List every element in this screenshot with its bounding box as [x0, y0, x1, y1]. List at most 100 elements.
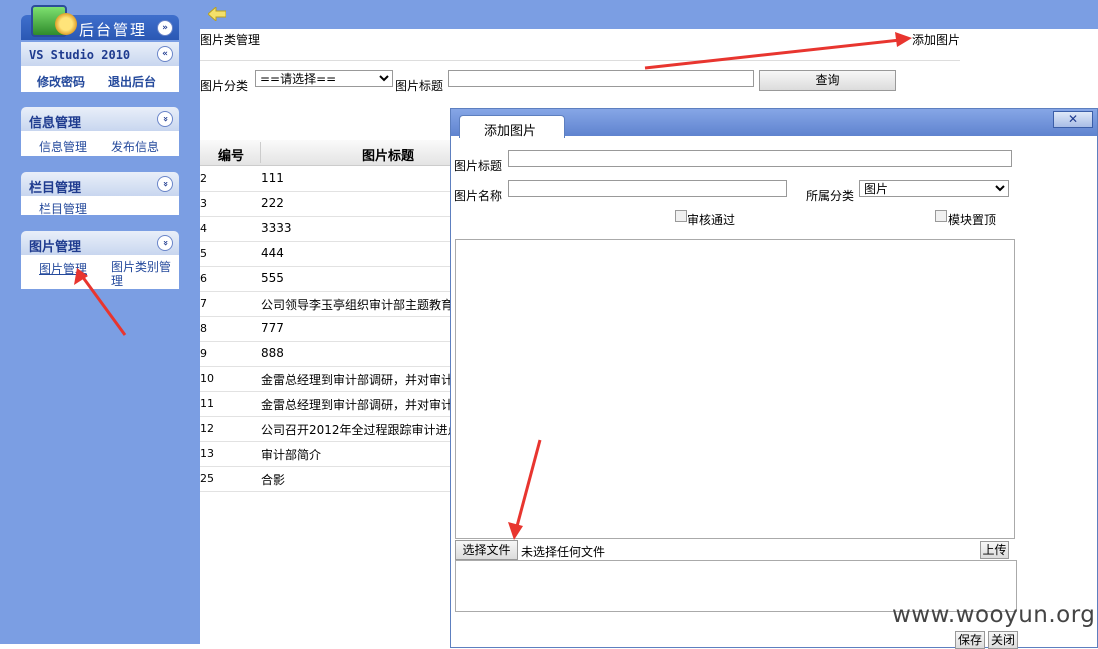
add-image-dialog: 添加图片 ✕ 图片标题 图片名称 所属分类 图片 审核通过 模块置顶 选择文件 … [450, 108, 1098, 649]
admin-title: 后台管理 [79, 21, 148, 39]
column-panel-body: 栏目管理 [21, 196, 179, 217]
choose-file-button[interactable]: 选择文件 [455, 540, 518, 560]
image-name-input[interactable] [508, 180, 787, 197]
belong-category-select[interactable]: 图片 [859, 180, 1009, 197]
row-title[interactable]: 金雷总经理到审计部调研，并对审计 [261, 396, 451, 413]
sidebar-item-info-manage[interactable]: 信息管理 [39, 138, 87, 155]
row-title[interactable]: 555 [261, 271, 451, 285]
row-id: 12 [200, 422, 214, 435]
dialog-tab[interactable]: 添加图片 [459, 115, 565, 139]
account-panel-header: VS Studio 2010 « [21, 42, 179, 66]
row-title[interactable]: 合影 [261, 471, 451, 488]
row-title[interactable]: 111 [261, 171, 451, 185]
image-title-label: 图片标题 [454, 159, 503, 173]
column-header-title[interactable]: 图片标题 [362, 145, 414, 164]
image-name-label: 图片名称 [454, 189, 503, 203]
sidebar-item-image-category-manage[interactable]: 图片类别管理 [111, 260, 179, 288]
belong-category-label: 所属分类 [806, 189, 855, 203]
gear-icon [55, 13, 77, 35]
row-title[interactable]: 公司领导李玉亭组织审计部主题教育 [261, 296, 451, 313]
change-password-link[interactable]: 修改密码 [37, 73, 85, 90]
row-title[interactable]: 222 [261, 196, 451, 210]
collapse-left-icon[interactable]: « [157, 46, 173, 62]
row-title[interactable]: 审计部简介 [261, 446, 451, 463]
save-button[interactable]: 保存 [955, 631, 985, 649]
divider [200, 60, 960, 61]
table-row[interactable]: 3 222 [200, 191, 460, 217]
row-title[interactable]: 公司召开2012年全过程跟踪审计进点 [261, 421, 451, 438]
row-id: 3 [200, 197, 207, 210]
table-row[interactable]: 25 合影 [200, 466, 460, 492]
top-label: 模块置顶 [948, 213, 997, 227]
sidebar: 后台管理 » VS Studio 2010 « 修改密码 退出后台 信息管理 »… [0, 0, 200, 644]
sidebar-item-publish-info[interactable]: 发布信息 [111, 138, 159, 155]
column-panel-header[interactable]: 栏目管理 » [21, 172, 179, 196]
sidebar-item-column-manage[interactable]: 栏目管理 [39, 200, 87, 217]
row-id: 25 [200, 472, 214, 485]
row-id: 8 [200, 322, 207, 335]
info-panel-title: 信息管理 [29, 116, 82, 131]
title-filter-label: 图片标题 [395, 79, 444, 93]
row-id: 4 [200, 222, 207, 235]
chevron-down-icon[interactable]: » [157, 176, 173, 192]
table-row[interactable]: 12 公司召开2012年全过程跟踪审计进点 [200, 416, 460, 442]
account-panel-body: 修改密码 退出后台 [21, 66, 179, 92]
column-divider [260, 142, 261, 163]
row-title[interactable]: 777 [261, 321, 451, 335]
table-row[interactable]: 8 777 [200, 316, 460, 342]
image-title-input[interactable] [508, 150, 1012, 167]
add-image-link[interactable]: 添加图片 [912, 31, 960, 48]
table-row[interactable]: 2 111 [200, 166, 460, 192]
collapse-icon[interactable]: » [157, 20, 173, 36]
logout-link[interactable]: 退出后台 [108, 73, 156, 90]
chevron-down-icon[interactable]: » [157, 235, 173, 251]
title-filter-input[interactable] [448, 70, 754, 87]
back-arrow-icon[interactable] [208, 7, 226, 21]
row-id: 6 [200, 272, 207, 285]
dialog-title-bar: 添加图片 ✕ [451, 109, 1097, 139]
version-label: VS Studio 2010 [29, 48, 131, 62]
admin-header: 后台管理 » [21, 5, 179, 40]
table-header: 编号 图片标题 [200, 140, 460, 166]
column-panel-title: 栏目管理 [29, 181, 82, 196]
close-icon[interactable]: ✕ [1053, 111, 1093, 128]
query-button[interactable]: 查询 [759, 70, 896, 91]
image-panel-header[interactable]: 图片管理 » [21, 231, 179, 255]
row-title[interactable]: 888 [261, 346, 451, 360]
info-panel-header[interactable]: 信息管理 » [21, 107, 179, 131]
table-row[interactable]: 4 3333 [200, 216, 460, 242]
row-title[interactable]: 444 [261, 246, 451, 260]
row-id: 10 [200, 372, 214, 385]
image-panel-body: 图片管理 图片类别管理 [21, 255, 179, 289]
file-status: 未选择任何文件 [521, 545, 606, 559]
chevron-down-icon[interactable]: » [157, 111, 173, 127]
table-row[interactable]: 6 555 [200, 266, 460, 292]
upload-button[interactable]: 上传 [980, 541, 1009, 559]
image-panel-title: 图片管理 [29, 240, 82, 255]
approved-checkbox[interactable] [675, 210, 687, 222]
info-panel-body: 信息管理 发布信息 [21, 131, 179, 156]
page-title: 图片类管理 [200, 33, 261, 47]
row-id: 13 [200, 447, 214, 460]
table-row[interactable]: 9 888 [200, 341, 460, 367]
row-id: 2 [200, 172, 207, 185]
row-id: 11 [200, 397, 214, 410]
close-button[interactable]: 关闭 [988, 631, 1018, 649]
watermark: www.wooyun.org [892, 602, 1096, 628]
row-id: 7 [200, 297, 207, 310]
row-title[interactable]: 金雷总经理到审计部调研，并对审计 [261, 371, 451, 388]
table-row[interactable]: 10 金雷总经理到审计部调研，并对审计 [200, 366, 460, 392]
sidebar-item-image-manage[interactable]: 图片管理 [39, 260, 87, 277]
dialog-tab-label: 添加图片 [484, 124, 537, 139]
column-header-id[interactable]: 编号 [218, 145, 244, 164]
table-row[interactable]: 13 审计部简介 [200, 441, 460, 467]
table-row[interactable]: 7 公司领导李玉亭组织审计部主题教育 [200, 291, 460, 317]
category-filter-select[interactable]: ==请选择== [255, 70, 393, 87]
table-row[interactable]: 11 金雷总经理到审计部调研，并对审计 [200, 391, 460, 417]
row-id: 5 [200, 247, 207, 260]
top-checkbox[interactable] [935, 210, 947, 222]
row-title[interactable]: 3333 [261, 221, 451, 235]
table-row[interactable]: 5 444 [200, 241, 460, 267]
content-editor[interactable] [455, 239, 1015, 539]
approved-label: 审核通过 [687, 213, 736, 227]
